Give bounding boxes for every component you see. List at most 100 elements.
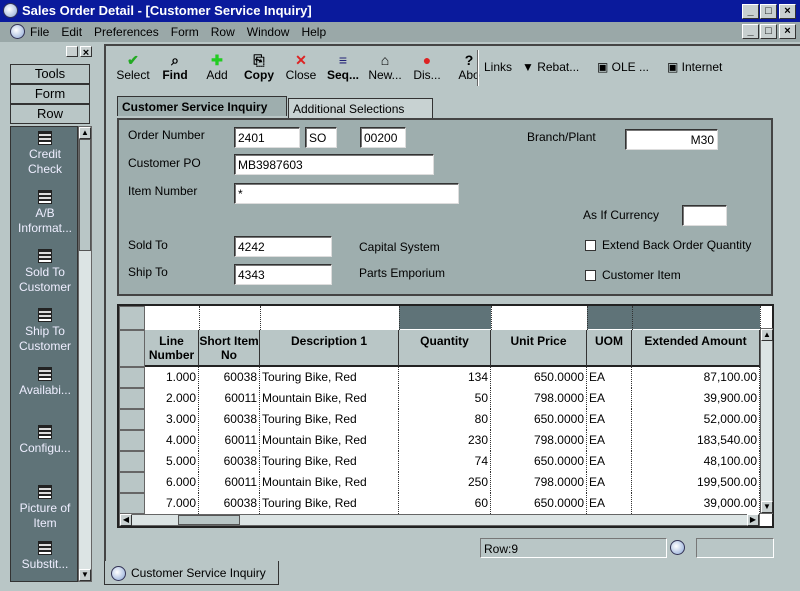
cell-uom[interactable]: EA [587, 451, 632, 472]
scroll-right-arrow[interactable]: ▶ [747, 514, 759, 526]
scroll-thumb[interactable] [178, 515, 240, 525]
cell-short-item[interactable]: 60038 [199, 409, 260, 430]
scroll-up-arrow[interactable]: ▲ [79, 127, 91, 139]
menu-edit[interactable]: Edit [61, 25, 82, 42]
exit-bar-dropdown[interactable] [66, 46, 78, 57]
column-header-unit-price[interactable]: Unit Price [491, 330, 587, 367]
order-company-field[interactable]: 00200 [360, 127, 406, 148]
customer-po-field[interactable]: MB3987603 [234, 154, 434, 175]
sidebar-item-configurator[interactable]: Configu... [11, 425, 79, 456]
cell-line-number[interactable]: 7.000 [145, 493, 199, 514]
cell-line-number[interactable]: 1.000 [145, 367, 199, 388]
cell-short-item[interactable]: 60011 [199, 472, 260, 493]
cell-extended-amount[interactable]: 87,100.00 [632, 367, 760, 388]
select-button[interactable]: ✔ Select [112, 50, 154, 88]
column-header-description[interactable]: Description 1 [260, 330, 399, 367]
scroll-thumb[interactable] [79, 139, 91, 251]
cell-extended-amount[interactable]: 48,100.00 [632, 451, 760, 472]
cell-extended-amount[interactable]: 183,540.00 [632, 430, 760, 451]
add-button[interactable]: ✚ Add [196, 50, 238, 88]
cell-quantity[interactable]: 50 [399, 388, 491, 409]
branch-plant-field[interactable]: M30 [625, 129, 718, 150]
cell-short-item[interactable]: 60038 [199, 493, 260, 514]
tab-additional-selections[interactable]: Additional Selections [288, 98, 433, 118]
cell-unit-price[interactable]: 650.0000 [491, 451, 587, 472]
child-close-button[interactable]: × [779, 24, 796, 39]
row-selector[interactable] [119, 388, 145, 409]
sidebar-item-substitutes[interactable]: Substit... [11, 541, 79, 572]
cell-unit-price[interactable]: 650.0000 [491, 367, 587, 388]
scroll-left-arrow[interactable]: ◀ [120, 514, 132, 526]
cell-description[interactable]: Touring Bike, Red [260, 367, 399, 388]
cell-uom[interactable]: EA [587, 388, 632, 409]
cell-quantity[interactable]: 80 [399, 409, 491, 430]
row-selector[interactable] [119, 430, 145, 451]
qbe-cell-quantity[interactable] [399, 306, 491, 329]
cell-short-item[interactable]: 60038 [199, 367, 260, 388]
cell-extended-amount[interactable]: 39,900.00 [632, 388, 760, 409]
row-selector[interactable] [119, 493, 145, 514]
menu-row[interactable]: Row [211, 25, 235, 42]
close-window-button[interactable]: × [779, 4, 796, 19]
menu-file[interactable]: File [30, 25, 49, 42]
cell-quantity[interactable]: 74 [399, 451, 491, 472]
row-selector[interactable] [119, 472, 145, 493]
column-header-short-item[interactable]: Short Item No [199, 330, 260, 367]
sequence-button[interactable]: ≡ Seq... [322, 50, 364, 88]
cell-quantity[interactable]: 60 [399, 493, 491, 514]
ship-to-field[interactable]: 4343 [234, 264, 332, 285]
cell-quantity[interactable]: 134 [399, 367, 491, 388]
sidebar-item-availability[interactable]: Availabi... [11, 367, 79, 398]
menu-preferences[interactable]: Preferences [94, 25, 159, 42]
menu-help[interactable]: Help [301, 25, 326, 42]
new-button[interactable]: ⌂ New... [364, 50, 406, 88]
scroll-down-arrow[interactable]: ▼ [79, 569, 91, 581]
cell-extended-amount[interactable]: 39,000.00 [632, 493, 760, 514]
scroll-down-arrow[interactable]: ▼ [761, 501, 773, 513]
cell-uom[interactable]: EA [587, 472, 632, 493]
sidebar-scrollbar[interactable]: ▲ ▼ [78, 126, 92, 582]
menu-window[interactable]: Window [247, 25, 290, 42]
column-header-extended-amount[interactable]: Extended Amount [632, 330, 760, 367]
tab-customer-service-inquiry[interactable]: Customer Service Inquiry [117, 96, 287, 116]
extend-back-order-checkbox[interactable] [585, 240, 596, 251]
copy-button[interactable]: ⎘ Copy [238, 50, 280, 88]
display-button[interactable]: ● Dis... [406, 50, 448, 88]
column-header-uom[interactable]: UOM [587, 330, 632, 367]
cell-unit-price[interactable]: 798.0000 [491, 472, 587, 493]
order-type-field[interactable]: SO [305, 127, 337, 148]
sidebar-item-ab-information[interactable]: A/B Informat... [11, 190, 79, 236]
cell-quantity[interactable]: 230 [399, 430, 491, 451]
sidebar-row-button[interactable]: Row [10, 104, 90, 124]
cell-uom[interactable]: EA [587, 493, 632, 514]
cell-unit-price[interactable]: 650.0000 [491, 493, 587, 514]
exit-bar-close[interactable]: × [80, 46, 92, 59]
qbe-cell-uom-amount[interactable] [587, 306, 760, 329]
rebate-link[interactable]: ▼ Rebat... [522, 60, 579, 74]
cell-extended-amount[interactable]: 199,500.00 [632, 472, 760, 493]
grid-vertical-scrollbar[interactable]: ▲ ▼ [760, 328, 773, 514]
item-number-field[interactable]: * [234, 183, 459, 204]
cell-description[interactable]: Mountain Bike, Red [260, 388, 399, 409]
sidebar-item-picture[interactable]: Picture of Item [11, 485, 79, 531]
order-number-field[interactable]: 2401 [234, 127, 300, 148]
row-selector[interactable] [119, 409, 145, 430]
cell-description[interactable]: Mountain Bike, Red [260, 472, 399, 493]
close-button[interactable]: ✕ Close [280, 50, 322, 88]
cell-line-number[interactable]: 5.000 [145, 451, 199, 472]
child-minimize-button[interactable]: _ [742, 24, 759, 39]
sidebar-item-sold-to[interactable]: Sold To Customer [11, 249, 79, 295]
cell-short-item[interactable]: 60011 [199, 388, 260, 409]
row-selector[interactable] [119, 451, 145, 472]
sidebar-item-credit-check[interactable]: Credit Check [11, 131, 79, 177]
cell-short-item[interactable]: 60038 [199, 451, 260, 472]
sidebar-item-ship-to[interactable]: Ship To Customer [11, 308, 79, 354]
cell-description[interactable]: Touring Bike, Red [260, 493, 399, 514]
cell-line-number[interactable]: 3.000 [145, 409, 199, 430]
grid-horizontal-scrollbar[interactable]: ◀ ▶ [119, 514, 760, 526]
internet-link[interactable]: ▣ Internet [667, 60, 722, 74]
scroll-up-arrow[interactable]: ▲ [761, 329, 773, 341]
customer-item-checkbox[interactable] [585, 270, 596, 281]
cell-uom[interactable]: EA [587, 367, 632, 388]
sold-to-field[interactable]: 4242 [234, 236, 332, 257]
